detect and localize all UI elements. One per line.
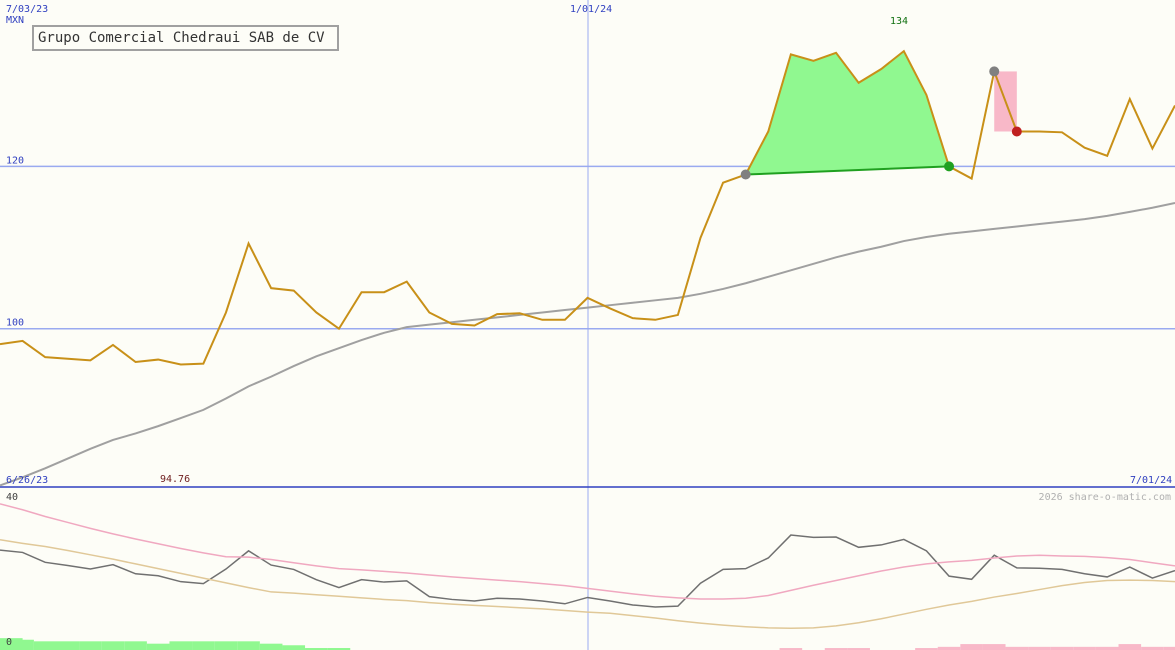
high-value-label: 134	[890, 16, 908, 27]
volume-bar-pink	[982, 644, 1006, 650]
volume-bar-green	[214, 641, 238, 650]
entry-point-dot	[740, 169, 751, 180]
volume-bar-pink	[1118, 644, 1142, 650]
exit-point-dot	[944, 161, 955, 172]
y-tick-label-120: 120	[6, 155, 24, 166]
y-axis-unit-label: MXN	[6, 15, 24, 26]
volume-bar-green	[101, 641, 125, 650]
volume-bar-green	[169, 641, 193, 650]
volume-bar-green	[124, 641, 147, 650]
indicator-tick-0: 0	[6, 637, 12, 648]
volume-bar-green	[192, 641, 215, 650]
volume-bar-pink	[960, 644, 983, 650]
indicator-tick-40: 40	[6, 492, 18, 503]
volume-bar-green	[237, 641, 260, 650]
date-label-bottom-left: 6/26/23	[6, 475, 48, 486]
volume-bar-green	[259, 643, 283, 650]
exit-point-dot	[1011, 126, 1022, 137]
volume-bar-green	[146, 643, 170, 650]
chart-title: Grupo Comercial Chedraui SAB de CV	[38, 30, 325, 46]
date-label-top-left: 7/03/23	[6, 4, 48, 15]
date-label-top-mid: 1/01/24	[570, 4, 612, 15]
y-tick-label-100: 100	[6, 318, 24, 329]
entry-point-dot	[989, 66, 1000, 77]
gain-area	[745, 51, 950, 175]
price-chart: 7/03/23 1/01/24 MXN 120 100 134 94.76 6/…	[0, 0, 1175, 650]
date-label-bottom-right: 7/01/24	[1130, 475, 1172, 486]
watermark-text: 2026 share-o-matic.com	[1039, 492, 1171, 503]
chart-title-box: Grupo Comercial Chedraui SAB de CV	[32, 25, 339, 51]
chart-stage: 7/03/23 1/01/24 MXN 120 100 134 94.76 6/…	[0, 0, 1175, 650]
low-value-label: 94.76	[160, 474, 190, 485]
volume-bar-green	[79, 641, 102, 650]
volume-bar-green	[56, 641, 80, 650]
volume-bar-green	[11, 639, 34, 650]
volume-bar-green	[282, 645, 306, 650]
volume-bar-green	[33, 641, 57, 650]
